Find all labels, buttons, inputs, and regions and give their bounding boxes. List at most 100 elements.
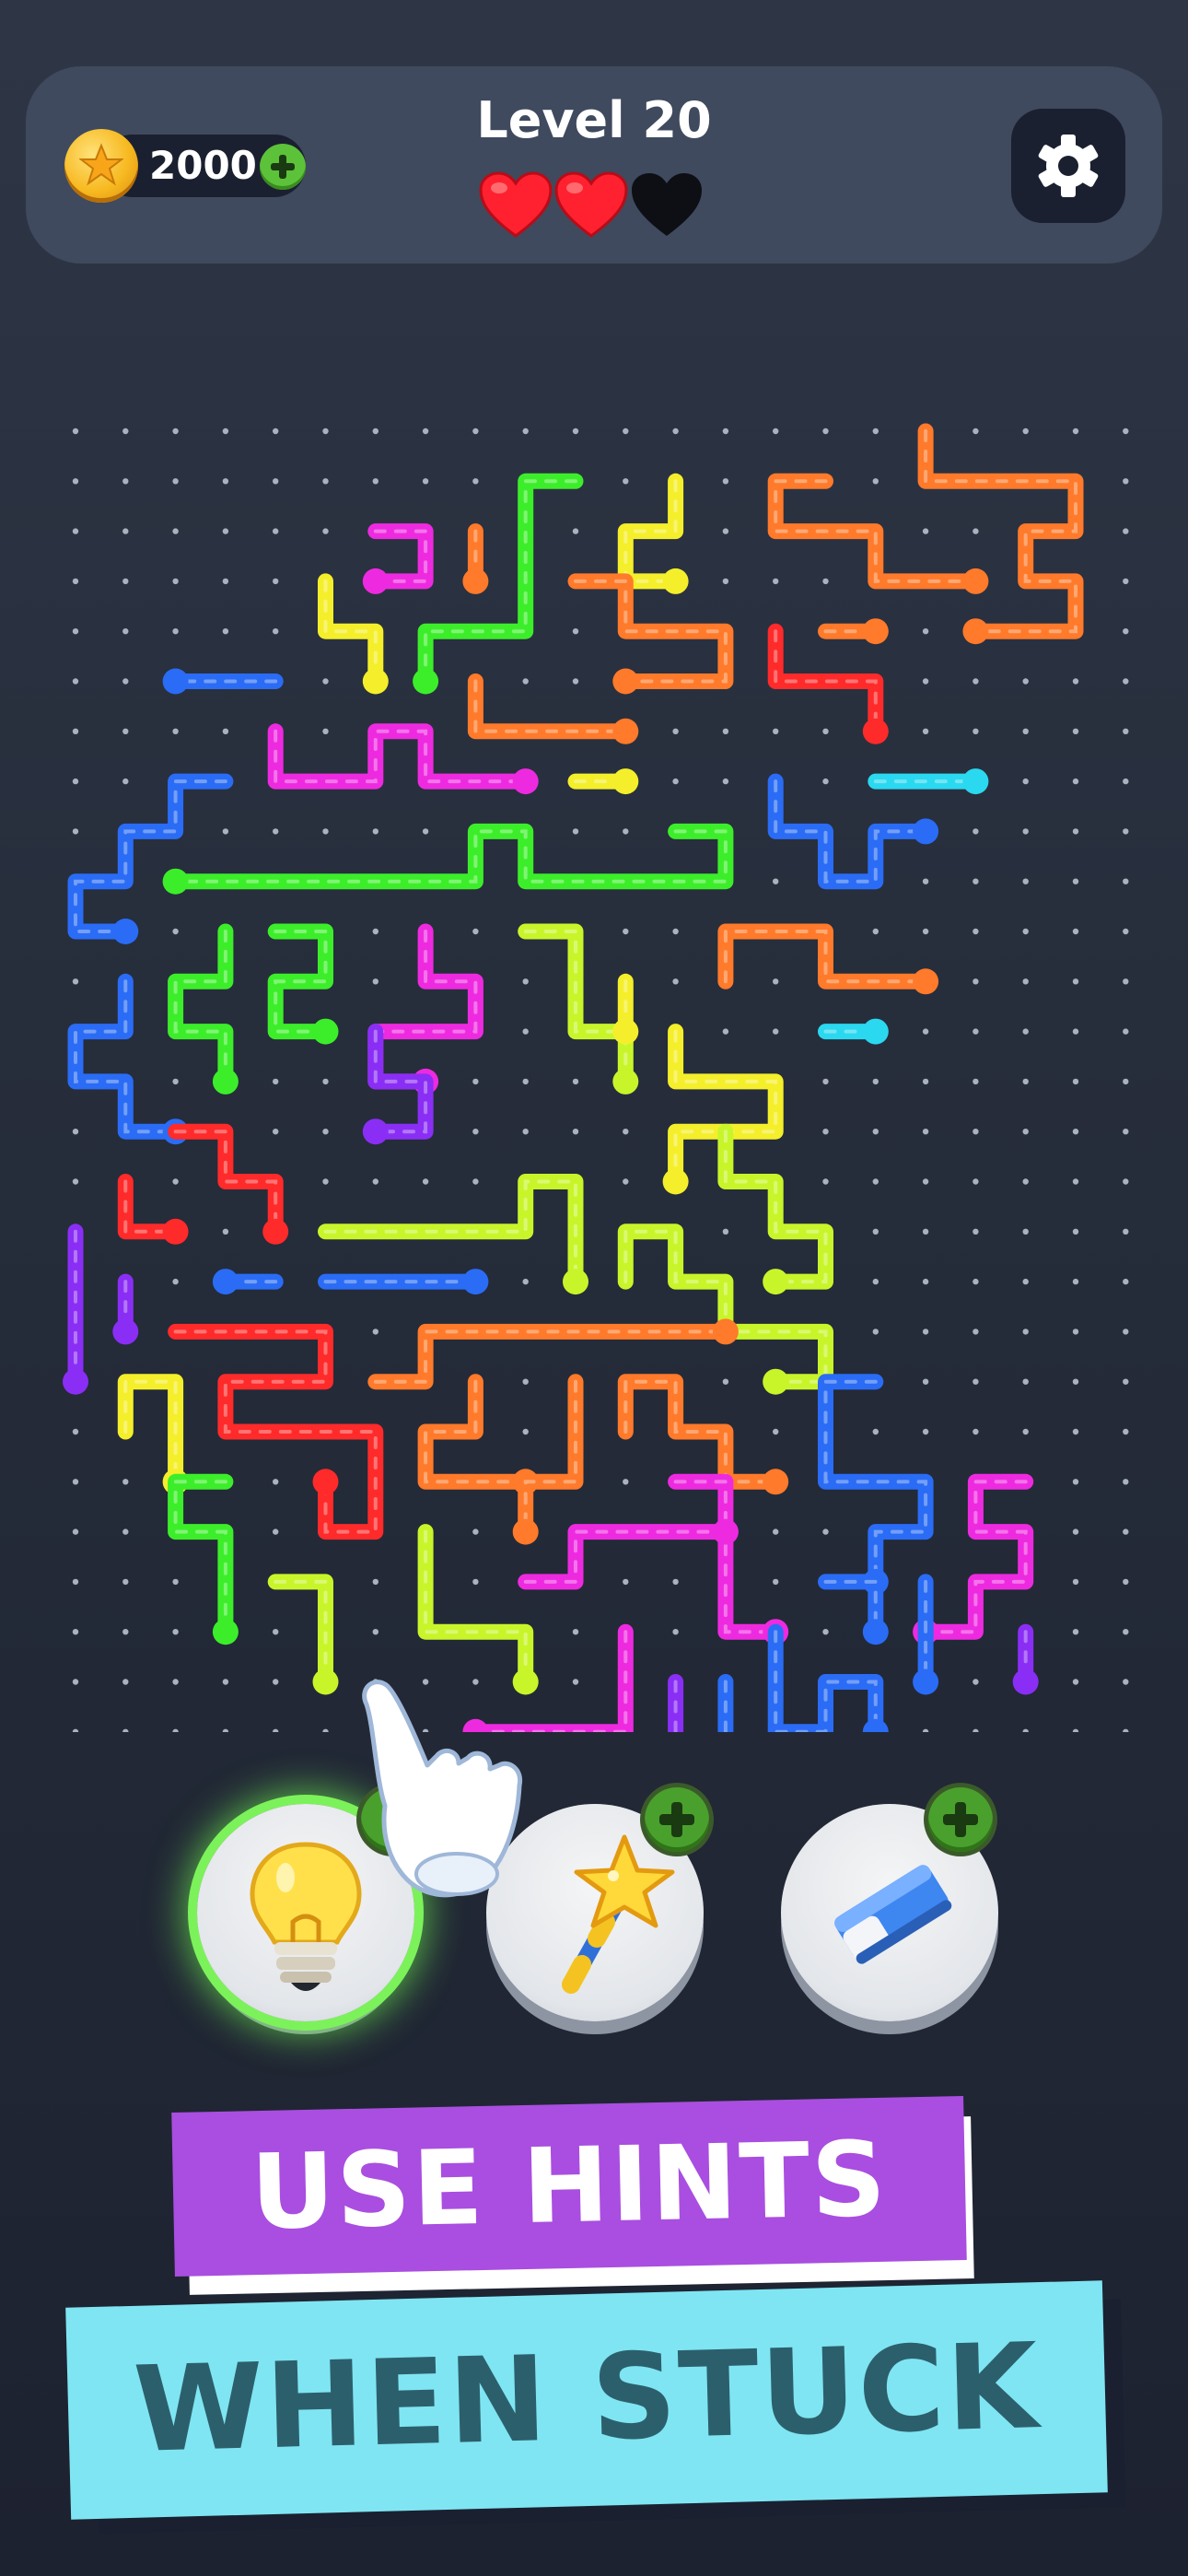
rope-purple[interactable] — [663, 1674, 689, 1733]
rope-head[interactable] — [162, 1218, 189, 1245]
rope-orange[interactable] — [462, 523, 489, 594]
rope-blue[interactable] — [67, 773, 234, 944]
add-magic-wand-button[interactable] — [645, 1787, 709, 1852]
rope-head[interactable] — [362, 668, 389, 695]
rope-blue[interactable] — [818, 1374, 934, 1595]
rope-head[interactable] — [763, 1368, 789, 1395]
rope-magenta[interactable] — [362, 523, 434, 594]
rope-head[interactable] — [563, 1269, 588, 1295]
rope-head[interactable] — [913, 1669, 939, 1695]
rope-head[interactable] — [862, 1718, 889, 1732]
rope-blue[interactable] — [818, 1574, 889, 1645]
rope-green[interactable] — [162, 823, 734, 895]
rope-head[interactable] — [862, 1018, 889, 1045]
rope-blue[interactable] — [212, 1269, 284, 1295]
gear-icon — [1038, 135, 1099, 197]
rope-head[interactable] — [612, 1018, 639, 1045]
rope-red[interactable] — [117, 1174, 189, 1245]
rope-magenta[interactable] — [267, 723, 539, 795]
rope-head[interactable] — [612, 1068, 639, 1095]
rope-head[interactable] — [512, 768, 539, 795]
rope-orange[interactable] — [717, 923, 939, 995]
rope-purple[interactable] — [63, 1224, 88, 1395]
rope-head[interactable] — [162, 868, 189, 895]
add-eraser-button[interactable] — [928, 1787, 993, 1852]
rope-head[interactable] — [612, 718, 639, 744]
rope-orange[interactable] — [467, 673, 639, 744]
rope-magenta[interactable] — [367, 923, 483, 1095]
rope-head[interactable] — [763, 1269, 789, 1295]
rope-blue[interactable] — [767, 1623, 889, 1732]
rope-head[interactable] — [512, 1518, 539, 1545]
rope-head[interactable] — [262, 1218, 289, 1245]
rope-head[interactable] — [212, 1619, 239, 1645]
rope-yellow[interactable] — [612, 973, 639, 1045]
rope-magenta[interactable] — [518, 1524, 789, 1645]
rope-head[interactable] — [413, 668, 439, 695]
rope-red[interactable] — [168, 1123, 289, 1245]
rope-head[interactable] — [112, 919, 139, 944]
rope-head[interactable] — [862, 718, 889, 744]
coin-counter[interactable]: 2000 — [64, 129, 311, 203]
rope-head[interactable] — [913, 818, 939, 845]
rope-head[interactable] — [612, 668, 639, 695]
rope-cyan[interactable] — [818, 1018, 889, 1045]
rope-green[interactable] — [168, 923, 239, 1095]
rope-head[interactable] — [362, 568, 389, 594]
rope-head[interactable] — [913, 968, 939, 995]
rope-blue[interactable] — [767, 773, 939, 890]
rope-head[interactable] — [162, 668, 189, 695]
rope-head[interactable] — [312, 1669, 339, 1695]
rope-lime[interactable] — [717, 1123, 833, 1295]
rope-green[interactable] — [267, 923, 339, 1045]
rope-purple[interactable] — [1012, 1623, 1039, 1695]
rope-orange[interactable] — [917, 423, 1084, 645]
rope-head[interactable] — [662, 1168, 689, 1195]
rope-orange[interactable] — [767, 473, 989, 594]
rope-blue[interactable] — [713, 1674, 739, 1733]
rope-head[interactable] — [462, 568, 489, 594]
settings-button[interactable] — [1011, 109, 1125, 223]
rope-head[interactable] — [212, 1269, 239, 1295]
rope-green[interactable] — [168, 1473, 239, 1645]
rope-head[interactable] — [763, 1469, 789, 1495]
add-coins-button[interactable] — [260, 144, 306, 190]
rope-head[interactable] — [662, 568, 689, 594]
rope-orange[interactable] — [567, 573, 734, 695]
rope-lime[interactable] — [617, 1224, 833, 1395]
plus-icon — [271, 155, 295, 179]
rope-head[interactable] — [212, 1068, 239, 1095]
rope-head[interactable] — [862, 618, 889, 645]
rope-purple[interactable] — [112, 1273, 139, 1345]
rope-head[interactable] — [362, 1118, 389, 1145]
rope-head[interactable] — [712, 1518, 739, 1545]
rope-green[interactable] — [413, 473, 584, 695]
rope-head[interactable] — [312, 1018, 339, 1045]
rope-red[interactable] — [168, 1323, 384, 1540]
rope-yellow[interactable] — [318, 573, 389, 695]
rope-cyan[interactable] — [868, 768, 989, 795]
rope-orange[interactable] — [818, 618, 889, 645]
rope-head[interactable] — [612, 768, 639, 795]
rope-orange[interactable] — [512, 1374, 584, 1545]
rope-blue[interactable] — [162, 668, 284, 695]
rope-head[interactable] — [312, 1469, 339, 1495]
rope-blue[interactable] — [318, 1269, 489, 1295]
puzzle-board[interactable] — [0, 387, 1188, 1732]
rope-head[interactable] — [462, 1269, 489, 1295]
rope-purple[interactable] — [362, 1024, 434, 1145]
rope-head[interactable] — [112, 1318, 139, 1345]
rope-yellow[interactable] — [567, 768, 639, 795]
rope-head[interactable] — [63, 1368, 88, 1395]
rope-yellow[interactable] — [617, 473, 689, 594]
rope-head[interactable] — [862, 1619, 889, 1645]
rope-orange[interactable] — [367, 1318, 739, 1390]
lives-indicator — [479, 171, 709, 245]
rope-red[interactable] — [767, 623, 889, 744]
rope-head[interactable] — [962, 768, 989, 795]
rope-head[interactable] — [962, 618, 989, 645]
rope-head[interactable] — [1012, 1669, 1039, 1695]
rope-head[interactable] — [712, 1318, 739, 1345]
rope-head[interactable] — [962, 568, 989, 594]
rope-lime[interactable] — [267, 1574, 339, 1695]
